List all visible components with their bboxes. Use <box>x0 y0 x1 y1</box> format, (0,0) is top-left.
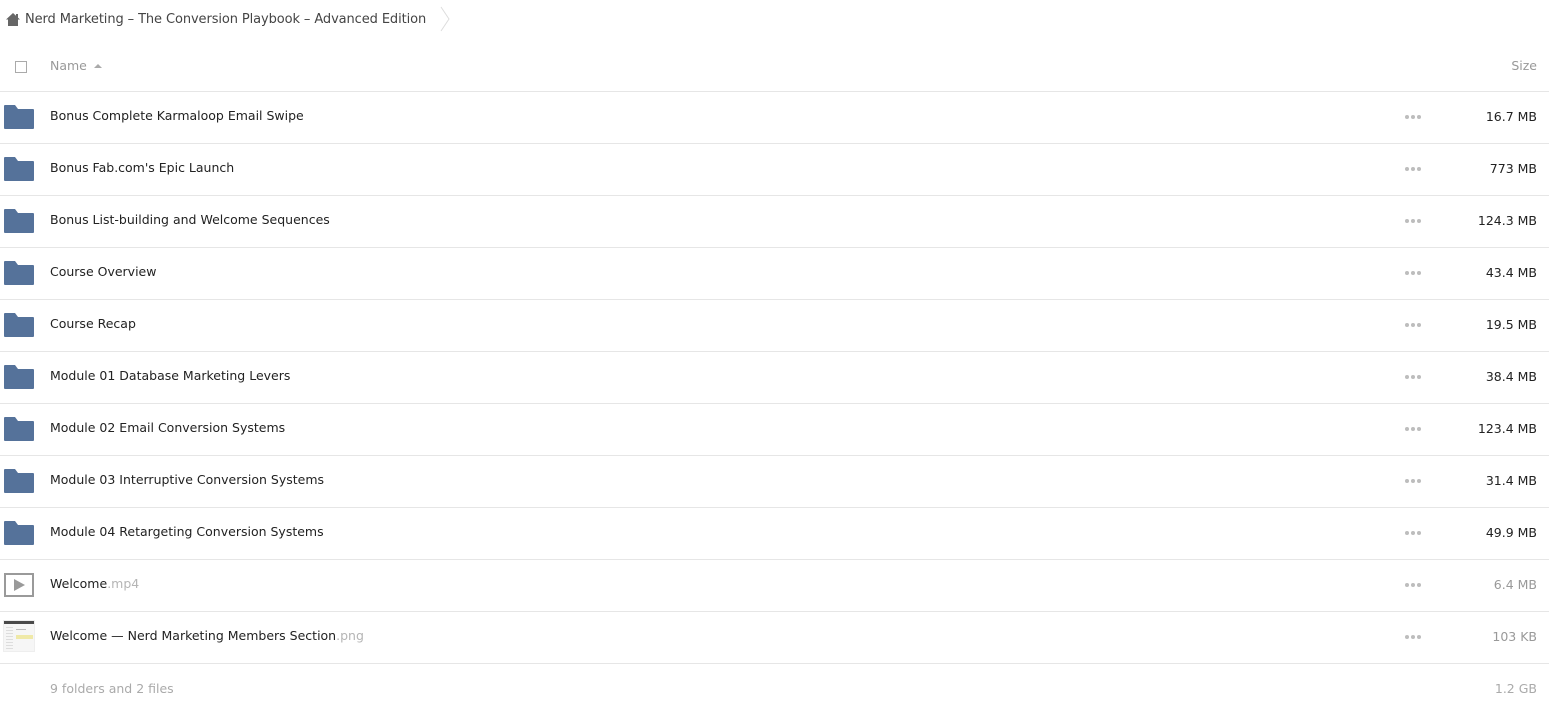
folder-row[interactable]: Module 02 Email Conversion Systems 123.4 … <box>0 404 1549 456</box>
more-options-icon[interactable] <box>1405 634 1421 640</box>
home-icon[interactable] <box>5 12 21 27</box>
item-name[interactable]: Module 01 Database Marketing Levers <box>50 368 290 383</box>
item-name[interactable]: Course Overview <box>50 264 156 279</box>
folder-icon <box>4 105 34 129</box>
breadcrumb-current-folder[interactable]: Nerd Marketing – The Conversion Playbook… <box>25 12 426 27</box>
item-size: 38.4 MB <box>1485 369 1537 384</box>
folder-row[interactable]: Module 01 Database Marketing Levers 38.4 … <box>0 352 1549 404</box>
size-column-label[interactable]: Size <box>1511 58 1537 73</box>
item-size: 31.4 MB <box>1485 473 1537 488</box>
more-options-icon[interactable] <box>1405 374 1421 380</box>
more-options-icon[interactable] <box>1405 218 1421 224</box>
select-all-checkbox[interactable] <box>15 61 27 73</box>
folder-icon <box>4 521 34 545</box>
name-column-label: Name <box>50 58 87 73</box>
item-basename: Module 02 Email Conversion Systems <box>50 420 286 435</box>
item-name[interactable]: Bonus Complete Karmaloop Email Swipe <box>50 108 304 123</box>
item-size: 773 MB <box>1489 161 1537 176</box>
item-extension: .png <box>336 628 364 643</box>
item-size: 123.4 MB <box>1477 421 1537 436</box>
file-list-header: Name Size <box>0 44 1549 92</box>
sort-ascending-icon <box>93 63 102 68</box>
item-extension: .mp4 <box>107 576 140 591</box>
item-basename: Welcome — Nerd Marketing Members Section <box>50 628 337 643</box>
item-name[interactable]: Welcome — Nerd Marketing Members Section… <box>50 628 364 643</box>
sort-by-name-button[interactable]: Name <box>50 58 102 73</box>
item-basename: Course Overview <box>50 264 157 279</box>
item-basename: Bonus Fab.com's Epic Launch <box>50 160 235 175</box>
item-count: 9 folders and 2 files <box>50 681 174 696</box>
image-thumbnail-icon <box>3 620 35 652</box>
item-size: 124.3 MB <box>1477 213 1537 228</box>
file-row[interactable]: Welcome.mp4 6.4 MB <box>0 560 1549 612</box>
chevron-right-icon <box>440 6 450 32</box>
file-list-summary: 9 folders and 2 files 1.2 GB <box>0 678 1549 702</box>
item-basename: Module 03 Interruptive Conversion System… <box>50 472 325 487</box>
file-row[interactable]: Welcome — Nerd Marketing Members Section… <box>0 612 1549 664</box>
folder-row[interactable]: Module 03 Interruptive Conversion System… <box>0 456 1549 508</box>
item-size: 43.4 MB <box>1485 265 1537 280</box>
folder-icon <box>4 157 34 181</box>
item-size: 6.4 MB <box>1493 577 1537 592</box>
item-name[interactable]: Welcome.mp4 <box>50 576 139 591</box>
folder-icon <box>4 365 34 389</box>
item-size: 103 KB <box>1492 629 1537 644</box>
folder-row[interactable]: Bonus List-building and Welcome Sequence… <box>0 196 1549 248</box>
more-options-icon[interactable] <box>1405 426 1421 432</box>
video-play-icon <box>4 573 34 597</box>
item-name[interactable]: Bonus Fab.com's Epic Launch <box>50 160 234 175</box>
item-basename: Bonus List-building and Welcome Sequence… <box>50 212 330 227</box>
folder-row[interactable]: Course Recap 19.5 MB <box>0 300 1549 352</box>
folder-icon <box>4 313 34 337</box>
file-list: Bonus Complete Karmaloop Email Swipe 16.7… <box>0 92 1549 664</box>
folder-icon <box>4 261 34 285</box>
item-basename: Module 04 Retargeting Conversion Systems <box>50 524 324 539</box>
item-basename: Course Recap <box>50 316 136 331</box>
item-basename: Module 01 Database Marketing Levers <box>50 368 291 383</box>
more-options-icon[interactable] <box>1405 114 1421 120</box>
item-name[interactable]: Course Recap <box>50 316 136 331</box>
total-size: 1.2 GB <box>1494 681 1537 696</box>
item-size: 49.9 MB <box>1485 525 1537 540</box>
folder-row[interactable]: Bonus Complete Karmaloop Email Swipe 16.7… <box>0 92 1549 144</box>
more-options-icon[interactable] <box>1405 166 1421 172</box>
more-options-icon[interactable] <box>1405 478 1421 484</box>
breadcrumb: Nerd Marketing – The Conversion Playbook… <box>5 6 450 32</box>
item-name[interactable]: Module 03 Interruptive Conversion System… <box>50 472 324 487</box>
more-options-icon[interactable] <box>1405 322 1421 328</box>
more-options-icon[interactable] <box>1405 270 1421 276</box>
folder-icon <box>4 209 34 233</box>
item-name[interactable]: Module 02 Email Conversion Systems <box>50 420 285 435</box>
item-basename: Welcome <box>50 576 108 591</box>
folder-icon <box>4 417 34 441</box>
more-options-icon[interactable] <box>1405 530 1421 536</box>
more-options-icon[interactable] <box>1405 582 1421 588</box>
item-basename: Bonus Complete Karmaloop Email Swipe <box>50 108 304 123</box>
item-name[interactable]: Bonus List-building and Welcome Sequence… <box>50 212 330 227</box>
folder-icon <box>4 469 34 493</box>
item-size: 16.7 MB <box>1485 109 1537 124</box>
folder-row[interactable]: Module 04 Retargeting Conversion Systems… <box>0 508 1549 560</box>
folder-row[interactable]: Bonus Fab.com's Epic Launch 773 MB <box>0 144 1549 196</box>
item-name[interactable]: Module 04 Retargeting Conversion Systems <box>50 524 324 539</box>
item-size: 19.5 MB <box>1485 317 1537 332</box>
folder-row[interactable]: Course Overview 43.4 MB <box>0 248 1549 300</box>
